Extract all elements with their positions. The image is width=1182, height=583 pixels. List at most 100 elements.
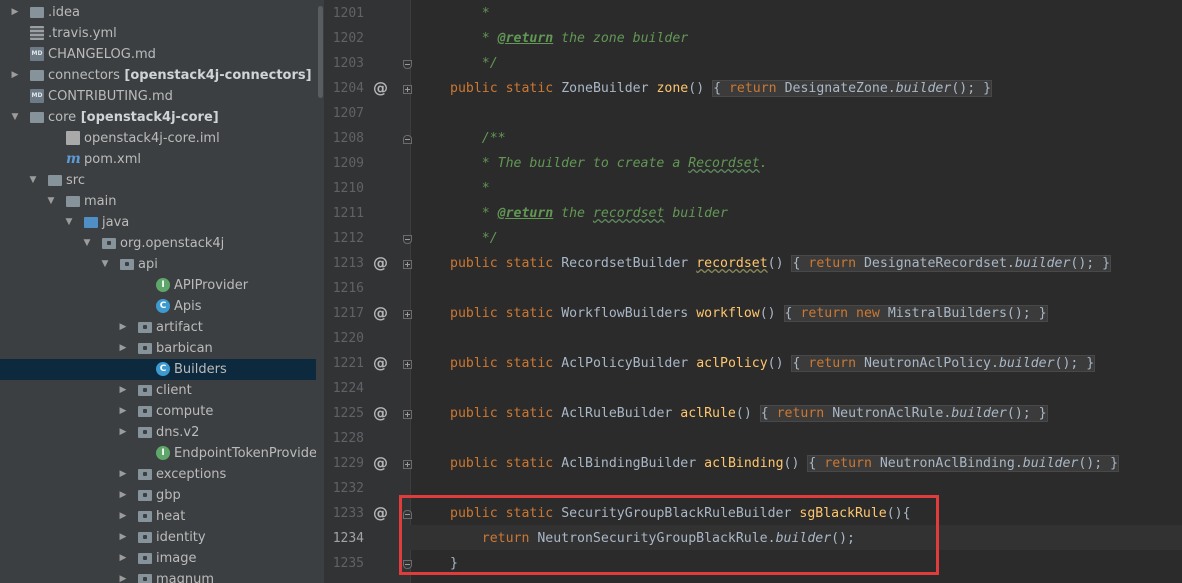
tree-item[interactable]: ▶ connectors [openstack4j-connectors] — [0, 65, 316, 86]
expand-arrow-icon[interactable]: ▼ — [64, 216, 74, 228]
override-marker-icon[interactable]: @ — [373, 304, 388, 322]
override-marker-icon[interactable]: @ — [373, 504, 388, 522]
comment-text: Recordset — [688, 156, 760, 171]
line-number: 1216 — [332, 281, 364, 296]
tree-item[interactable]: ▶ exceptions — [0, 464, 316, 485]
tree-item[interactable]: ▶ identity — [0, 527, 316, 548]
class-ref[interactable]: NeutronAclBinding — [880, 456, 1015, 471]
method-name[interactable]: aclPolicy — [696, 356, 767, 371]
collapse-arrow-icon[interactable]: ▶ — [10, 6, 20, 18]
static-call[interactable]: builder — [1015, 256, 1071, 271]
static-call[interactable]: builder — [999, 356, 1055, 371]
override-marker-icon[interactable]: @ — [373, 79, 388, 97]
tree-item[interactable]: ▶ barbican — [0, 338, 316, 359]
tree-item[interactable]: ▼ java — [0, 212, 316, 233]
expand-arrow-icon[interactable]: ▼ — [10, 111, 20, 123]
tree-item[interactable]: ▶ .idea — [0, 2, 316, 23]
tree-item[interactable]: ▶ heat — [0, 506, 316, 527]
static-call[interactable]: builder — [1023, 456, 1079, 471]
tree-item-label: dns.v2 — [156, 425, 200, 440]
package-icon — [138, 322, 152, 333]
package-icon — [138, 406, 152, 417]
expand-arrow-icon[interactable]: ▼ — [82, 237, 92, 249]
fold-expand-icon[interactable] — [403, 310, 412, 319]
tree-item-label: APIProvider — [174, 278, 249, 293]
collapse-arrow-icon[interactable]: ▶ — [10, 69, 20, 81]
line-number: 1202 — [332, 31, 364, 46]
tree-item[interactable]: ▶ artifact — [0, 317, 316, 338]
class-ref[interactable]: NeutronAclRule — [832, 406, 943, 421]
tree-item-label: Apis — [174, 299, 202, 314]
tree-item[interactable]: ▼ main — [0, 191, 316, 212]
override-marker-icon[interactable]: @ — [373, 454, 388, 472]
project-tree-scrollbar[interactable] — [316, 0, 324, 583]
tree-item[interactable]: I APIProvider — [0, 275, 316, 296]
tree-item-label: identity — [156, 530, 206, 545]
code-line: * — [450, 6, 490, 21]
tree-item[interactable]: ▼ org.openstack4j — [0, 233, 316, 254]
tree-item[interactable]: ▼ src — [0, 170, 316, 191]
keyword: static — [505, 356, 554, 371]
scrollbar-thumb[interactable] — [318, 6, 323, 98]
comment-text: builder — [664, 206, 728, 221]
fold-expand-icon[interactable] — [403, 460, 412, 469]
override-marker-icon[interactable]: @ — [373, 254, 388, 272]
override-marker-icon[interactable]: @ — [373, 354, 388, 372]
collapse-arrow-icon[interactable]: ▶ — [118, 510, 128, 522]
expand-arrow-icon[interactable]: ▼ — [100, 258, 110, 270]
tree-item[interactable]: ▼ api — [0, 254, 316, 275]
method-name[interactable]: aclRule — [680, 406, 736, 421]
class-ref[interactable]: DesignateZone — [785, 81, 888, 96]
fold-expand-icon[interactable] — [403, 85, 412, 94]
collapse-arrow-icon[interactable]: ▶ — [118, 531, 128, 543]
tree-item[interactable]: C Builders — [0, 359, 316, 380]
keyword: static — [505, 81, 554, 96]
expand-arrow-icon[interactable]: ▼ — [46, 195, 56, 207]
class-ref[interactable]: DesignateRecordset — [864, 256, 1007, 271]
collapse-arrow-icon[interactable]: ▶ — [118, 489, 128, 501]
tree-item[interactable]: ▶ gbp — [0, 485, 316, 506]
tree-item[interactable]: MD CHANGELOG.md — [0, 44, 316, 65]
collapse-arrow-icon[interactable]: ▶ — [118, 426, 128, 438]
method-name[interactable]: zone — [656, 81, 688, 96]
static-call[interactable]: builder — [896, 81, 952, 96]
tree-item[interactable]: ▼ core [openstack4j-core] — [0, 107, 316, 128]
fold-collapse-icon[interactable] — [403, 135, 412, 144]
tree-item[interactable]: ▶ compute — [0, 401, 316, 422]
method-name[interactable]: workflow — [696, 306, 760, 321]
tree-item[interactable]: ▶ magnum — [0, 569, 316, 583]
tree-item[interactable]: ▶ client — [0, 380, 316, 401]
tree-item[interactable]: .travis.yml — [0, 23, 316, 44]
collapse-arrow-icon[interactable]: ▶ — [118, 468, 128, 480]
collapse-arrow-icon[interactable]: ▶ — [118, 573, 128, 583]
method-name[interactable]: recordset — [696, 256, 767, 271]
comment-text: /** — [481, 131, 506, 146]
static-call[interactable]: builder — [951, 406, 1007, 421]
line-number: 1210 — [332, 181, 364, 196]
fold-collapse-icon[interactable] — [403, 60, 412, 69]
expand-arrow-icon[interactable]: ▼ — [28, 174, 38, 186]
collapse-arrow-icon[interactable]: ▶ — [118, 405, 128, 417]
override-marker-icon[interactable]: @ — [373, 404, 388, 422]
tree-item[interactable]: openstack4j-core.iml — [0, 128, 316, 149]
collapse-arrow-icon[interactable]: ▶ — [118, 321, 128, 333]
tree-item[interactable]: ▶ image — [0, 548, 316, 569]
package-icon — [138, 511, 152, 522]
collapse-arrow-icon[interactable]: ▶ — [118, 342, 128, 354]
collapse-arrow-icon[interactable]: ▶ — [118, 384, 128, 396]
keyword: return — [808, 256, 857, 271]
method-name[interactable]: aclBinding — [704, 456, 783, 471]
tree-item-label: Builders — [174, 362, 227, 377]
tree-item[interactable]: ▶ dns.v2 — [0, 422, 316, 443]
class-ref[interactable]: MistralBuilders — [888, 306, 1007, 321]
fold-collapse-icon[interactable] — [403, 235, 412, 244]
tree-item[interactable]: I EndpointTokenProvider — [0, 443, 322, 464]
tree-item[interactable]: C Apis — [0, 296, 316, 317]
fold-expand-icon[interactable] — [403, 360, 412, 369]
tree-item[interactable]: MD CONTRIBUTING.md — [0, 86, 316, 107]
class-ref[interactable]: NeutronAclPolicy — [864, 356, 991, 371]
collapse-arrow-icon[interactable]: ▶ — [118, 552, 128, 564]
tree-item[interactable]: m pom.xml — [0, 149, 316, 170]
fold-expand-icon[interactable] — [403, 410, 412, 419]
fold-expand-icon[interactable] — [403, 260, 412, 269]
